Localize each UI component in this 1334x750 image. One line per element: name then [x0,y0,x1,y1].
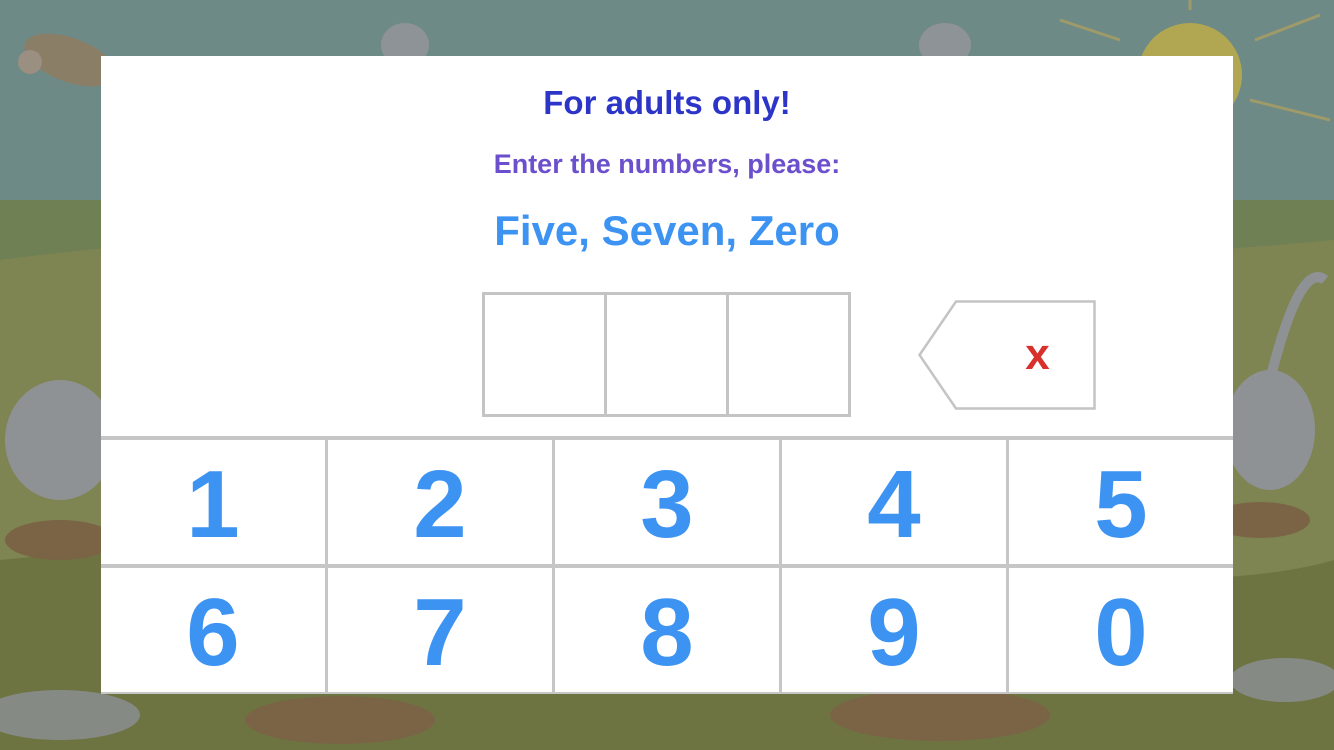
backspace-x-icon: x [1025,330,1050,379]
key-4[interactable]: 4 [782,440,1006,564]
code-entry-boxes [482,292,851,417]
key-0[interactable]: 0 [1009,568,1233,692]
code-slot-3 [726,295,848,414]
key-1[interactable]: 1 [101,440,325,564]
key-2[interactable]: 2 [328,440,552,564]
backspace-button[interactable]: x [918,300,1097,410]
key-9[interactable]: 9 [782,568,1006,692]
code-slot-2 [604,295,726,414]
dialog-subtitle: Enter the numbers, please: [493,149,841,179]
parental-gate-dialog: For adults only! Enter the numbers, plea… [101,56,1233,694]
key-6[interactable]: 6 [101,568,325,692]
number-keypad: 1 2 3 4 5 6 7 8 9 0 [101,436,1233,694]
challenge-text: Five, Seven, Zero [494,207,840,254]
key-5[interactable]: 5 [1009,440,1233,564]
key-8[interactable]: 8 [555,568,779,692]
code-slot-1 [485,295,604,414]
key-7[interactable]: 7 [328,568,552,692]
key-3[interactable]: 3 [555,440,779,564]
dialog-title: For adults only! [543,84,791,121]
